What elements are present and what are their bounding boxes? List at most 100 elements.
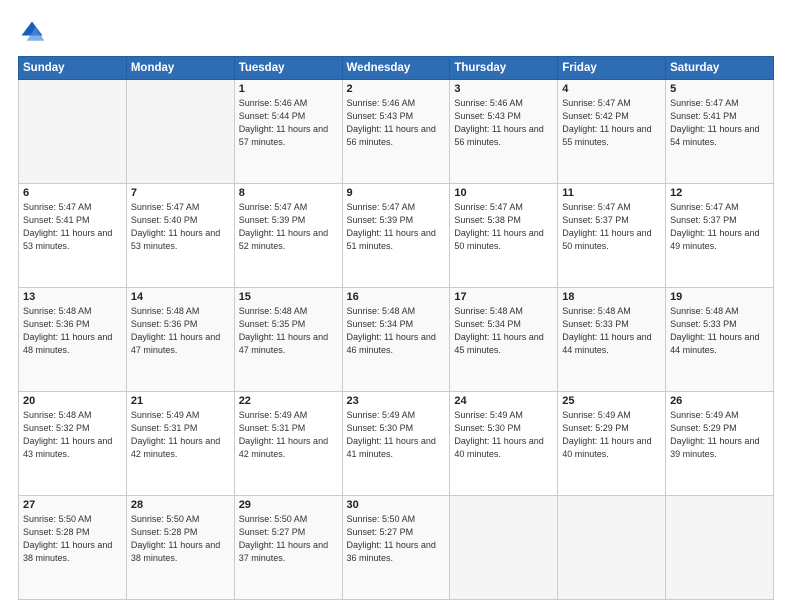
cell-date-number: 13 (23, 291, 122, 303)
cell-info-text: Sunrise: 5:46 AM Sunset: 5:44 PM Dayligh… (239, 97, 338, 149)
cell-date-number: 25 (562, 395, 661, 407)
cell-date-number: 3 (454, 83, 553, 95)
cell-date-number: 18 (562, 291, 661, 303)
calendar-cell: 6 Sunrise: 5:47 AM Sunset: 5:41 PM Daylig… (19, 184, 127, 288)
cell-info-text: Sunrise: 5:48 AM Sunset: 5:36 PM Dayligh… (131, 305, 230, 357)
cell-date-number: 2 (347, 83, 446, 95)
cell-date-number: 4 (562, 83, 661, 95)
calendar-cell: 15 Sunrise: 5:48 AM Sunset: 5:35 PM Dayli… (234, 288, 342, 392)
cell-info-text: Sunrise: 5:47 AM Sunset: 5:38 PM Dayligh… (454, 201, 553, 253)
cell-info-text: Sunrise: 5:47 AM Sunset: 5:41 PM Dayligh… (670, 97, 769, 149)
cell-date-number: 12 (670, 187, 769, 199)
cell-date-number: 9 (347, 187, 446, 199)
cell-info-text: Sunrise: 5:47 AM Sunset: 5:37 PM Dayligh… (562, 201, 661, 253)
calendar-header: SundayMondayTuesdayWednesdayThursdayFrid… (19, 57, 774, 80)
calendar-cell (558, 496, 666, 600)
cell-info-text: Sunrise: 5:48 AM Sunset: 5:33 PM Dayligh… (562, 305, 661, 357)
logo-icon (18, 18, 46, 46)
cell-date-number: 14 (131, 291, 230, 303)
cell-info-text: Sunrise: 5:48 AM Sunset: 5:35 PM Dayligh… (239, 305, 338, 357)
cell-info-text: Sunrise: 5:50 AM Sunset: 5:28 PM Dayligh… (23, 513, 122, 565)
calendar-cell (126, 80, 234, 184)
cell-info-text: Sunrise: 5:50 AM Sunset: 5:27 PM Dayligh… (239, 513, 338, 565)
cell-date-number: 21 (131, 395, 230, 407)
calendar-cell: 9 Sunrise: 5:47 AM Sunset: 5:39 PM Daylig… (342, 184, 450, 288)
weekday-header-sunday: Sunday (19, 57, 127, 80)
cell-info-text: Sunrise: 5:49 AM Sunset: 5:30 PM Dayligh… (347, 409, 446, 461)
calendar-cell: 1 Sunrise: 5:46 AM Sunset: 5:44 PM Daylig… (234, 80, 342, 184)
weekday-header-row: SundayMondayTuesdayWednesdayThursdayFrid… (19, 57, 774, 80)
calendar-cell: 21Sunrise: 5:49 AM Sunset: 5:31 PM Dayli… (126, 392, 234, 496)
calendar-cell: 30Sunrise: 5:50 AM Sunset: 5:27 PM Dayli… (342, 496, 450, 600)
cell-date-number: 17 (454, 291, 553, 303)
cell-date-number: 10 (454, 187, 553, 199)
calendar-cell: 18 Sunrise: 5:48 AM Sunset: 5:33 PM Dayli… (558, 288, 666, 392)
logo (18, 18, 50, 46)
cell-date-number: 19 (670, 291, 769, 303)
calendar-cell (666, 496, 774, 600)
calendar-cell: 28Sunrise: 5:50 AM Sunset: 5:28 PM Dayli… (126, 496, 234, 600)
cell-date-number: 6 (23, 187, 122, 199)
weekday-header-friday: Friday (558, 57, 666, 80)
cell-date-number: 20 (23, 395, 122, 407)
calendar-cell: 16Sunrise: 5:48 AM Sunset: 5:34 PM Dayli… (342, 288, 450, 392)
calendar-cell: 22 Sunrise: 5:49 AM Sunset: 5:31 PM Dayli… (234, 392, 342, 496)
weekday-header-saturday: Saturday (666, 57, 774, 80)
calendar-cell: 2 Sunrise: 5:46 AM Sunset: 5:43 PM Daylig… (342, 80, 450, 184)
cell-date-number: 5 (670, 83, 769, 95)
cell-date-number: 23 (347, 395, 446, 407)
weekday-header-tuesday: Tuesday (234, 57, 342, 80)
cell-date-number: 29 (239, 499, 338, 511)
calendar-cell: 5 Sunrise: 5:47 AM Sunset: 5:41 PM Daylig… (666, 80, 774, 184)
calendar-cell: 10 Sunrise: 5:47 AM Sunset: 5:38 PM Dayli… (450, 184, 558, 288)
calendar-cell: 8Sunrise: 5:47 AM Sunset: 5:39 PM Daylig… (234, 184, 342, 288)
cell-info-text: Sunrise: 5:48 AM Sunset: 5:36 PM Dayligh… (23, 305, 122, 357)
cell-info-text: Sunrise: 5:49 AM Sunset: 5:29 PM Dayligh… (670, 409, 769, 461)
cell-info-text: Sunrise: 5:49 AM Sunset: 5:29 PM Dayligh… (562, 409, 661, 461)
cell-info-text: Sunrise: 5:48 AM Sunset: 5:34 PM Dayligh… (454, 305, 553, 357)
calendar-cell (19, 80, 127, 184)
week-row-2: 6 Sunrise: 5:47 AM Sunset: 5:41 PM Daylig… (19, 184, 774, 288)
cell-info-text: Sunrise: 5:46 AM Sunset: 5:43 PM Dayligh… (454, 97, 553, 149)
cell-date-number: 26 (670, 395, 769, 407)
weekday-header-monday: Monday (126, 57, 234, 80)
cell-info-text: Sunrise: 5:47 AM Sunset: 5:42 PM Dayligh… (562, 97, 661, 149)
cell-date-number: 1 (239, 83, 338, 95)
cell-info-text: Sunrise: 5:47 AM Sunset: 5:39 PM Dayligh… (347, 201, 446, 253)
calendar-cell: 19 Sunrise: 5:48 AM Sunset: 5:33 PM Dayli… (666, 288, 774, 392)
cell-info-text: Sunrise: 5:47 AM Sunset: 5:40 PM Dayligh… (131, 201, 230, 253)
cell-date-number: 16 (347, 291, 446, 303)
cell-date-number: 22 (239, 395, 338, 407)
cell-date-number: 24 (454, 395, 553, 407)
calendar-cell: 12Sunrise: 5:47 AM Sunset: 5:37 PM Dayli… (666, 184, 774, 288)
calendar-cell: 13 Sunrise: 5:48 AM Sunset: 5:36 PM Dayli… (19, 288, 127, 392)
week-row-4: 20 Sunrise: 5:48 AM Sunset: 5:32 PM Dayli… (19, 392, 774, 496)
cell-info-text: Sunrise: 5:47 AM Sunset: 5:41 PM Dayligh… (23, 201, 122, 253)
calendar-body: 1 Sunrise: 5:46 AM Sunset: 5:44 PM Daylig… (19, 80, 774, 600)
calendar-cell (450, 496, 558, 600)
cell-info-text: Sunrise: 5:49 AM Sunset: 5:30 PM Dayligh… (454, 409, 553, 461)
calendar-cell: 26 Sunrise: 5:49 AM Sunset: 5:29 PM Dayli… (666, 392, 774, 496)
calendar-cell: 14 Sunrise: 5:48 AM Sunset: 5:36 PM Dayli… (126, 288, 234, 392)
cell-info-text: Sunrise: 5:48 AM Sunset: 5:33 PM Dayligh… (670, 305, 769, 357)
cell-info-text: Sunrise: 5:48 AM Sunset: 5:32 PM Dayligh… (23, 409, 122, 461)
weekday-header-wednesday: Wednesday (342, 57, 450, 80)
cell-info-text: Sunrise: 5:50 AM Sunset: 5:28 PM Dayligh… (131, 513, 230, 565)
calendar-table: SundayMondayTuesdayWednesdayThursdayFrid… (18, 56, 774, 600)
calendar-cell: 25 Sunrise: 5:49 AM Sunset: 5:29 PM Dayli… (558, 392, 666, 496)
week-row-5: 27 Sunrise: 5:50 AM Sunset: 5:28 PM Dayli… (19, 496, 774, 600)
week-row-3: 13 Sunrise: 5:48 AM Sunset: 5:36 PM Dayli… (19, 288, 774, 392)
calendar-cell: 20 Sunrise: 5:48 AM Sunset: 5:32 PM Dayli… (19, 392, 127, 496)
calendar-cell: 29 Sunrise: 5:50 AM Sunset: 5:27 PM Dayli… (234, 496, 342, 600)
weekday-header-thursday: Thursday (450, 57, 558, 80)
cell-info-text: Sunrise: 5:49 AM Sunset: 5:31 PM Dayligh… (239, 409, 338, 461)
header (18, 18, 774, 46)
cell-info-text: Sunrise: 5:46 AM Sunset: 5:43 PM Dayligh… (347, 97, 446, 149)
calendar-cell: 3 Sunrise: 5:46 AM Sunset: 5:43 PM Daylig… (450, 80, 558, 184)
calendar-cell: 23 Sunrise: 5:49 AM Sunset: 5:30 PM Dayli… (342, 392, 450, 496)
week-row-1: 1 Sunrise: 5:46 AM Sunset: 5:44 PM Daylig… (19, 80, 774, 184)
cell-date-number: 15 (239, 291, 338, 303)
cell-date-number: 7 (131, 187, 230, 199)
calendar-cell: 27 Sunrise: 5:50 AM Sunset: 5:28 PM Dayli… (19, 496, 127, 600)
cell-date-number: 27 (23, 499, 122, 511)
